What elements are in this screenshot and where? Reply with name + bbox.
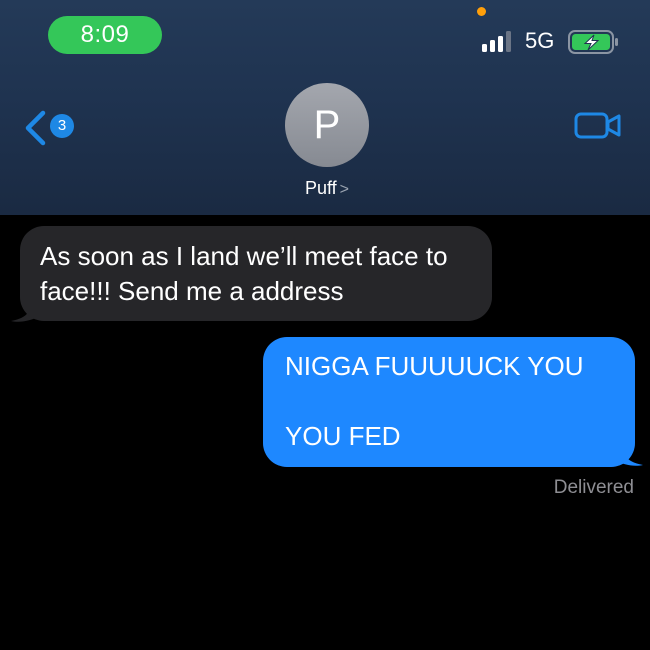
privacy-indicator-dot xyxy=(477,7,486,16)
incoming-message-bubble[interactable]: As soon as I land we’ll meet face to fac… xyxy=(20,226,492,321)
messages-screen: 8:09 5G 3 P Puff > As soon as I land we’… xyxy=(0,0,650,650)
delivery-receipt: Delivered xyxy=(553,477,634,498)
contact-avatar[interactable]: P xyxy=(285,83,369,167)
outgoing-message-line: YOU FED xyxy=(285,421,401,451)
incoming-message-text: As soon as I land we’ll meet face to fac… xyxy=(40,241,448,306)
contact-name-label: Puff xyxy=(304,178,337,198)
outgoing-message-line: NIGGA FUUUUUCK YOU xyxy=(285,351,584,381)
contact-name-button[interactable]: Puff > xyxy=(285,176,369,202)
unread-count-badge[interactable]: 3 xyxy=(50,114,74,138)
network-type: 5G xyxy=(525,28,555,53)
outgoing-message-bubble[interactable]: NIGGA FUUUUUCK YOU YOU FED xyxy=(263,337,635,467)
video-camera-icon[interactable] xyxy=(573,110,623,140)
battery-charging-icon xyxy=(568,30,618,54)
conversation-header: 8:09 5G 3 P Puff > xyxy=(0,0,650,215)
status-time: 8:09 xyxy=(48,16,162,54)
signal-strength-icon xyxy=(482,30,516,52)
chevron-right-icon: > xyxy=(339,181,350,198)
